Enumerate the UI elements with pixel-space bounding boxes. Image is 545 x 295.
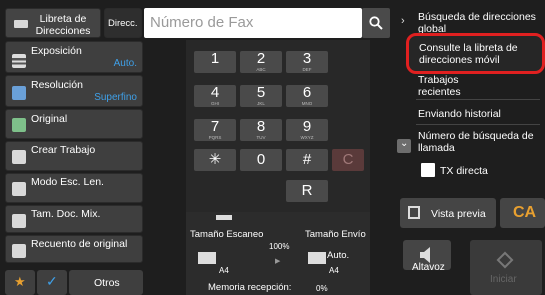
slow-scan-label: Modo Esc. Len. (31, 176, 104, 188)
create-job-button[interactable]: Crear Trabajo (5, 141, 143, 171)
fax-number-placeholder: Número de Fax (150, 14, 254, 31)
mobile-address-book[interactable]: Consulte la libreta de direcciones móvil (406, 33, 545, 74)
ratio-value: 100% (269, 242, 290, 251)
preview-icon (408, 206, 420, 219)
mixed-size-icon (12, 214, 26, 228)
address-book-button[interactable]: Libreta de Direcciones (5, 8, 101, 38)
resolution-icon (12, 86, 26, 100)
global-address-search[interactable]: Búsqueda de direcciones global (418, 11, 536, 35)
exposure-value: Auto. (113, 58, 137, 69)
original-count-label: Recuento de original (31, 238, 128, 250)
menu-collapse-button[interactable]: ⌄ (397, 138, 411, 153)
preview-button[interactable]: Vista previa (400, 198, 496, 228)
key-4[interactable]: 4 GHI (194, 85, 236, 107)
scanner-icon (216, 215, 232, 220)
favorites-button[interactable]: ★ (5, 270, 35, 295)
direct-entry-label: Direcc. (108, 18, 138, 29)
number-search-item[interactable]: Número de búsqueda de llamada (418, 130, 540, 154)
address-book-label: Libreta de Direcciones (35, 13, 91, 37)
menu-divider (416, 99, 540, 100)
original-label: Original (31, 113, 68, 125)
create-job-icon (12, 150, 26, 164)
search-icon (369, 16, 383, 30)
direct-tx-label: TX directa (440, 165, 488, 177)
exposure-button[interactable]: Exposición Auto. (5, 41, 143, 73)
original-count-icon (12, 244, 26, 258)
scan-size-value: A4 (219, 266, 229, 275)
recent-jobs-item[interactable]: Trabajos recientes (418, 74, 536, 96)
send-size-value: A4 (329, 266, 339, 275)
checkmark-icon: ✓ (46, 273, 58, 289)
direct-tx-checkbox[interactable] (421, 163, 435, 177)
fax-number-input[interactable]: Número de Fax (144, 8, 362, 38)
memory-label: Memoria recepción: (208, 282, 292, 293)
send-size-auto: Auto. (327, 250, 350, 261)
scan-size-label: Tamaño Escaneo (190, 229, 264, 240)
speaker-icon (420, 247, 430, 263)
others-button[interactable]: Otros (69, 270, 143, 295)
key-0[interactable]: 0 (240, 149, 282, 171)
slow-scan-icon (12, 182, 26, 196)
others-label: Otros (94, 277, 120, 289)
scan-size-paper-icon (198, 252, 216, 264)
key-6[interactable]: 6 MNO (286, 85, 328, 107)
key-asterisk[interactable]: ✳ (194, 149, 236, 171)
original-count-button[interactable]: Recuento de original (5, 235, 143, 263)
key-9[interactable]: 9 WXYZ (286, 119, 328, 141)
chevron-down-icon: ⌄ (400, 138, 409, 149)
speaker-label: Altavoz (412, 262, 445, 273)
mixed-size-button[interactable]: Tam. Doc. Mix. (5, 205, 143, 233)
search-button[interactable] (362, 8, 390, 38)
original-document-icon (12, 118, 26, 132)
key-2[interactable]: 2 ABC (240, 51, 282, 73)
clear-all-label: CA (513, 204, 537, 221)
original-button[interactable]: Original (5, 109, 143, 139)
redial-key[interactable]: R (286, 180, 328, 202)
memory-value: 0% (316, 284, 328, 293)
key-hash[interactable]: # (286, 149, 328, 171)
mixed-size-label: Tam. Doc. Mix. (31, 208, 101, 220)
size-info-panel: Tamaño Escaneo A4 100% ▶ Tamaño Envío Au… (186, 212, 370, 295)
check-button[interactable]: ✓ (37, 270, 67, 295)
send-size-paper-icon (308, 252, 326, 264)
exposure-label: Exposición (31, 45, 82, 57)
keypad-panel: 1 2 ABC 3 DEF 4 GHI 5 JKL 6 MNO 7 PQRS 8 TUV 9W… (186, 40, 370, 212)
slow-scan-button[interactable]: Modo Esc. Len. (5, 173, 143, 203)
key-5[interactable]: 5 JKL (240, 85, 282, 107)
key-7[interactable]: 7 PQRS (194, 119, 236, 141)
key-3[interactable]: 3 DEF (286, 51, 328, 73)
exposure-icon (12, 54, 26, 68)
clear-all-button[interactable]: CA (500, 198, 545, 228)
preview-label: Vista previa (431, 208, 486, 220)
side-panel-toggle[interactable]: › (397, 12, 411, 32)
send-size-label: Tamaño Envío (305, 229, 366, 240)
clear-key[interactable]: C (332, 149, 364, 171)
address-book-icon (14, 20, 28, 28)
direct-entry-button[interactable]: Direcc. (104, 8, 142, 38)
create-job-label: Crear Trabajo (31, 144, 96, 156)
start-icon (496, 251, 514, 269)
mobile-address-book-label: Consulte la libreta de direcciones móvil (419, 42, 518, 66)
key-8[interactable]: 8 TUV (240, 119, 282, 141)
arrow-right-icon: ▶ (275, 258, 281, 265)
key-1[interactable]: 1 (194, 51, 236, 73)
resolution-button[interactable]: Resolución Superfino (5, 75, 143, 107)
sending-history-item[interactable]: Enviando historial (418, 108, 501, 120)
resolution-value: Superfino (94, 92, 137, 103)
star-icon: ★ (14, 274, 26, 289)
resolution-label: Resolución (31, 79, 83, 91)
menu-divider (416, 124, 540, 125)
chevron-right-icon: › (401, 15, 405, 27)
start-button[interactable]: Iniciar (470, 240, 542, 295)
start-label: Iniciar (490, 274, 517, 285)
